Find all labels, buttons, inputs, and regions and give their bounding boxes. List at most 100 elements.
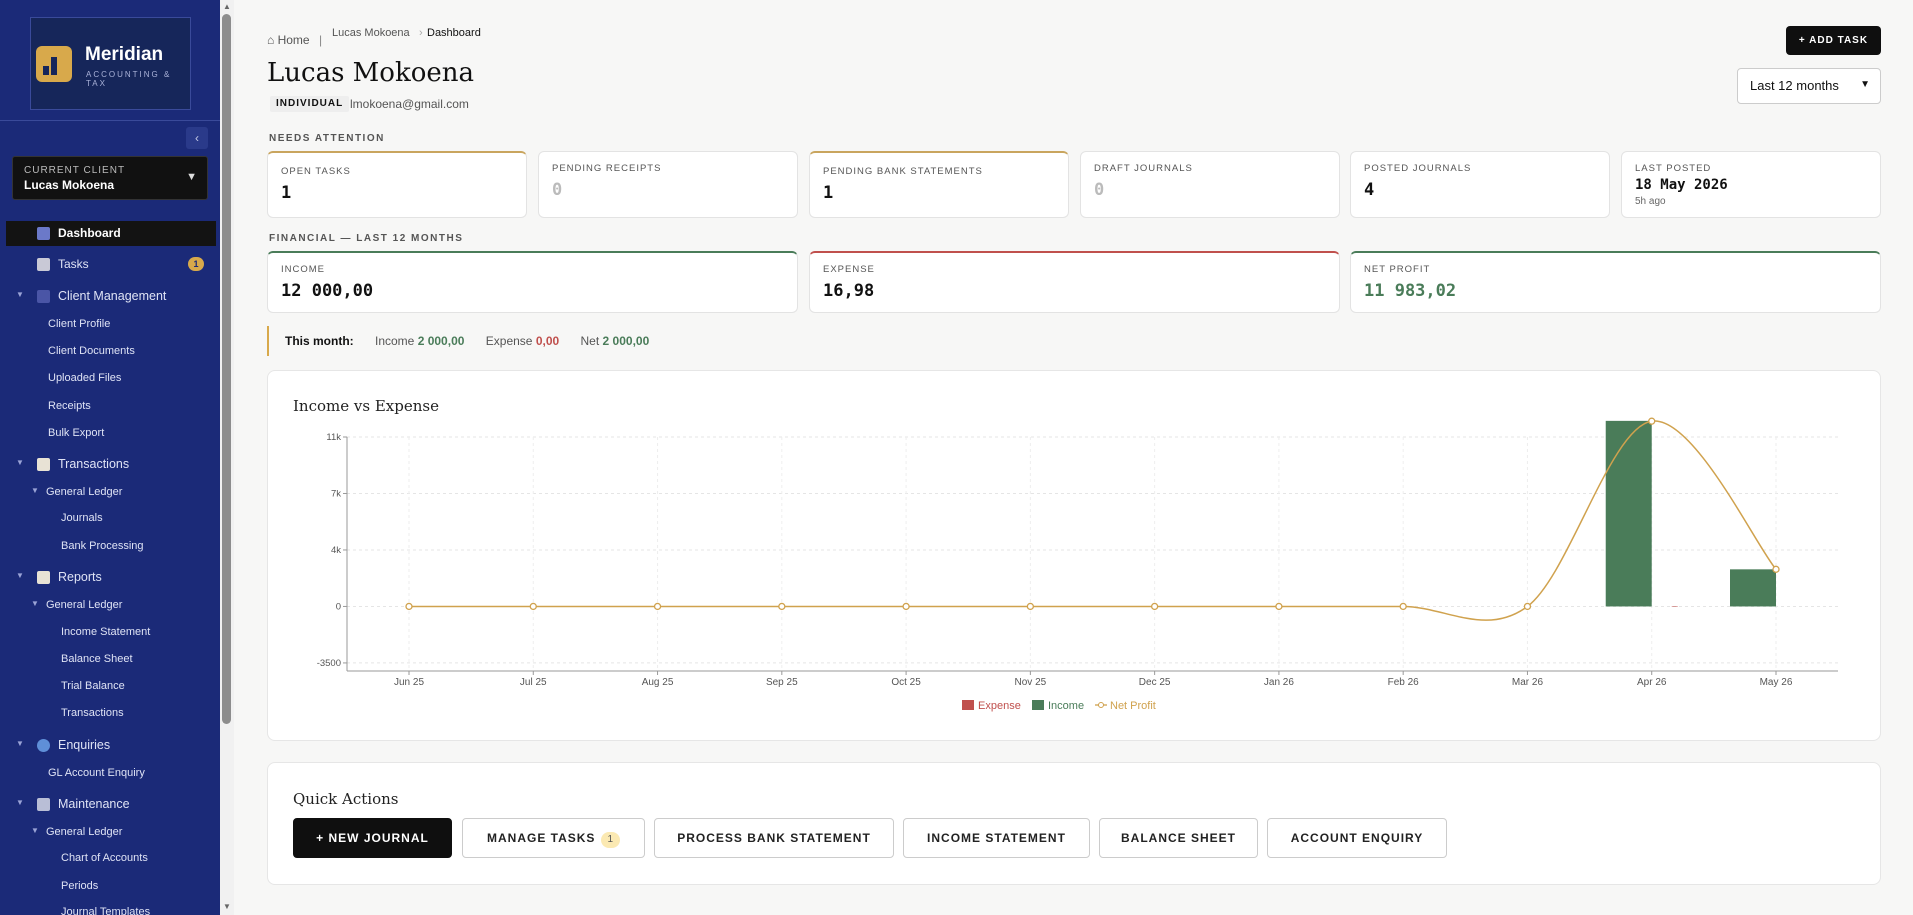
sidebar-item-general-ledger[interactable]: General Ledger xyxy=(46,599,122,611)
manage-tasks-count-badge: 1 xyxy=(601,832,620,848)
sidebar-scrollbar[interactable]: ▲ ▼ xyxy=(220,0,234,915)
scroll-down-icon[interactable]: ▼ xyxy=(220,902,234,911)
draft-journals-card[interactable]: DRAFT JOURNALS 0 xyxy=(1080,151,1340,218)
sidebar-item-general-ledger[interactable]: General Ledger xyxy=(46,486,122,498)
period-select-value: Last 12 months xyxy=(1750,78,1839,93)
income-card[interactable]: INCOME 12 000,00 xyxy=(267,251,798,313)
brand-logo[interactable]: Meridian ACCOUNTING & TAX xyxy=(30,17,191,110)
sidebar-item-client-profile[interactable]: Client Profile xyxy=(48,318,110,330)
dashboard-icon xyxy=(37,227,50,241)
client-selector-caption: CURRENT CLIENT xyxy=(24,165,126,176)
sidebar-item-gl-account-enquiry[interactable]: GL Account Enquiry xyxy=(48,767,145,779)
sidebar-item-receipts[interactable]: Receipts xyxy=(48,400,91,412)
breadcrumb-separator: | xyxy=(319,33,323,47)
sidebar-item-maintenance[interactable]: Maintenance xyxy=(37,797,130,812)
card-caption: PENDING RECEIPTS xyxy=(552,163,662,174)
expense-card[interactable]: EXPENSE 16,98 xyxy=(809,251,1340,313)
document-icon xyxy=(37,458,50,472)
sidebar-item-bank-processing[interactable]: Bank Processing xyxy=(61,540,144,552)
pending-bank-statements-card[interactable]: PENDING BANK STATEMENTS 1 xyxy=(809,151,1069,218)
expand-icon[interactable]: ▼ xyxy=(16,458,24,467)
wrench-icon xyxy=(37,798,50,812)
manage-tasks-button[interactable]: MANAGE TASKS 1 xyxy=(462,818,645,858)
posted-journals-card[interactable]: POSTED JOURNALS 4 xyxy=(1350,151,1610,218)
scroll-up-icon[interactable]: ▲ xyxy=(220,2,234,11)
client-selector[interactable]: CURRENT CLIENT Lucas Mokoena ▼ xyxy=(12,156,208,200)
this-month-label: This month: xyxy=(285,334,354,348)
tasks-count-badge: 1 xyxy=(188,257,204,271)
card-caption: INCOME xyxy=(281,264,325,275)
expand-icon[interactable]: ▼ xyxy=(16,798,24,807)
pending-receipts-card[interactable]: PENDING RECEIPTS 0 xyxy=(538,151,798,218)
card-caption: OPEN TASKS xyxy=(281,166,351,177)
sidebar-item-client-documents[interactable]: Client Documents xyxy=(48,345,135,357)
net-label: Net xyxy=(580,334,600,348)
sidebar-item-periods[interactable]: Periods xyxy=(61,880,98,892)
divider xyxy=(0,120,220,121)
this-month-summary: This month: Income 2 000,00 Expense 0,00… xyxy=(267,326,649,356)
user-icon xyxy=(37,290,50,304)
sidebar-item-income-statement[interactable]: Income Statement xyxy=(61,626,150,638)
expand-icon[interactable]: ▼ xyxy=(16,290,24,299)
add-task-button[interactable]: + ADD TASK xyxy=(1786,26,1881,55)
breadcrumb-home[interactable]: ⌂ Home xyxy=(267,33,310,47)
last-posted-card[interactable]: LAST POSTED 18 May 2026 5h ago xyxy=(1621,151,1881,218)
sidebar-item-journals[interactable]: Journals xyxy=(61,512,103,524)
client-email: lmokoena@gmail.com xyxy=(350,97,469,111)
sidebar-item-transactions-report[interactable]: Transactions xyxy=(61,707,124,719)
expand-icon[interactable]: ▼ xyxy=(31,486,39,495)
process-bank-statement-button[interactable]: PROCESS BANK STATEMENT xyxy=(654,818,894,858)
sidebar-item-uploaded-files[interactable]: Uploaded Files xyxy=(48,372,121,384)
expand-icon[interactable]: ▼ xyxy=(16,739,24,748)
sidebar-item-transactions[interactable]: Transactions xyxy=(37,457,129,472)
expand-icon[interactable]: ▼ xyxy=(16,571,24,580)
sidebar-item-enquiries[interactable]: Enquiries xyxy=(37,738,111,753)
card-caption: NET PROFIT xyxy=(1364,264,1431,275)
sidebar-item-label: Enquiries xyxy=(58,738,111,752)
scrollbar-thumb[interactable] xyxy=(222,14,231,724)
income-vs-expense-panel: Income vs Expense xyxy=(267,370,1881,741)
sidebar-item-label: Tasks xyxy=(58,257,89,271)
breadcrumb-client[interactable]: Lucas Mokoena xyxy=(332,27,410,39)
sidebar-item-label: Reports xyxy=(58,570,102,584)
card-caption: EXPENSE xyxy=(823,264,875,275)
quick-actions-title: Quick Actions xyxy=(293,790,399,808)
card-value: 16,98 xyxy=(823,281,875,301)
new-journal-button[interactable]: + NEW JOURNAL xyxy=(293,818,452,858)
breadcrumb-current: Dashboard xyxy=(427,27,481,39)
sidebar-item-general-ledger[interactable]: General Ledger xyxy=(46,826,122,838)
client-selector-value: Lucas Mokoena xyxy=(24,178,115,192)
collapse-sidebar-button[interactable]: ‹ xyxy=(186,127,208,149)
income-statement-button[interactable]: INCOME STATEMENT xyxy=(903,818,1090,858)
caret-down-icon: ▼ xyxy=(186,171,197,183)
expense-month-value: 0,00 xyxy=(535,334,560,348)
breadcrumb-arrow-icon: › xyxy=(419,27,423,39)
card-value: 12 000,00 xyxy=(281,281,374,301)
net-month-value: 2 000,00 xyxy=(602,334,650,348)
card-value: 1 xyxy=(281,183,292,203)
sidebar-item-tasks[interactable]: Tasks xyxy=(37,257,89,272)
open-tasks-card[interactable]: OPEN TASKS 1 xyxy=(267,151,527,218)
card-caption: DRAFT JOURNALS xyxy=(1094,163,1193,174)
card-value: 4 xyxy=(1364,180,1375,200)
report-icon xyxy=(37,571,50,585)
card-value: 1 xyxy=(823,183,834,203)
net-profit-card[interactable]: NET PROFIT 11 983,02 xyxy=(1350,251,1881,313)
sidebar-item-journal-templates[interactable]: Journal Templates xyxy=(61,906,150,915)
sidebar-item-dashboard[interactable]: Dashboard xyxy=(6,221,216,246)
sidebar-item-chart-of-accounts[interactable]: Chart of Accounts xyxy=(61,852,148,864)
expand-icon[interactable]: ▼ xyxy=(31,826,39,835)
sidebar-item-label: Dashboard xyxy=(58,226,121,240)
balance-sheet-button[interactable]: BALANCE SHEET xyxy=(1099,818,1258,858)
sidebar-item-trial-balance[interactable]: Trial Balance xyxy=(61,680,125,692)
expand-icon[interactable]: ▼ xyxy=(31,599,39,608)
sidebar: Meridian ACCOUNTING & TAX ‹ CURRENT CLIE… xyxy=(0,0,220,915)
account-enquiry-button[interactable]: ACCOUNT ENQUIRY xyxy=(1267,818,1447,858)
sidebar-item-reports[interactable]: Reports xyxy=(37,570,102,585)
sidebar-item-client-management[interactable]: Client Management xyxy=(37,289,166,304)
sidebar-item-balance-sheet[interactable]: Balance Sheet xyxy=(61,653,133,665)
card-caption: POSTED JOURNALS xyxy=(1364,163,1472,174)
card-caption: LAST POSTED xyxy=(1635,163,1712,174)
sidebar-item-bulk-export[interactable]: Bulk Export xyxy=(48,427,104,439)
period-select[interactable]: Last 12 months ▼ xyxy=(1737,68,1881,104)
